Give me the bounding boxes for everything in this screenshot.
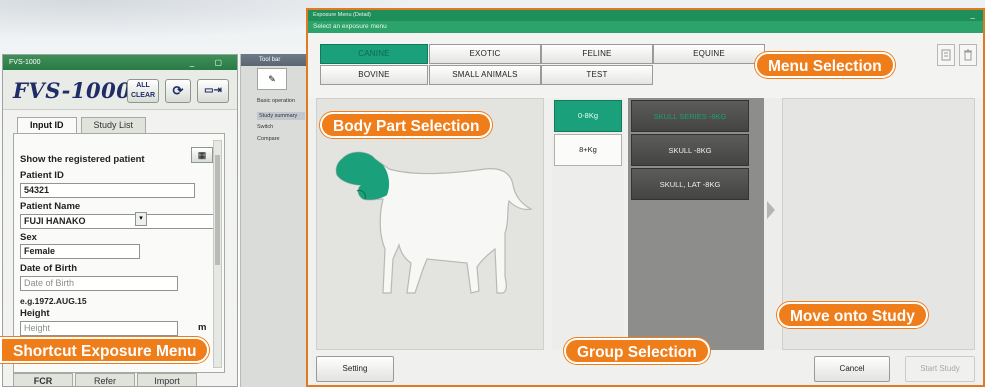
tab-study-list[interactable]: Study List — [80, 117, 147, 134]
patient-id-field[interactable]: 54321 — [20, 183, 195, 198]
callout-group-selection: Group Selection — [564, 338, 710, 364]
dob-example: e.g.1972.AUG.15 — [20, 296, 87, 306]
cancel-button[interactable]: Cancel — [814, 356, 890, 382]
trash-icon — [964, 49, 972, 61]
callout-body-part-selection: Body Part Selection — [320, 112, 493, 138]
menu-feline[interactable]: FELINE — [541, 44, 653, 64]
patient-tabs: Input ID Study List — [17, 117, 147, 134]
toolbar-strip: Tool bar ✎ Basic operation Study summary… — [240, 54, 306, 387]
tab-input-id[interactable]: Input ID — [17, 117, 77, 134]
callout-move-onto-study: Move onto Study — [777, 302, 928, 328]
logo-bar: FVS-1000 ALL CLEAR ⟳ ▭⇥ — [3, 70, 237, 110]
pen-icon: ✎ — [268, 74, 276, 84]
group-0-8kg[interactable]: 0-8Kg — [554, 100, 622, 132]
group-8plus-kg[interactable]: 8+Kg — [554, 134, 622, 166]
callout-menu-selection: Menu Selection — [755, 52, 895, 78]
toolbar-line-summary: Study summary — [257, 112, 305, 120]
tab-import[interactable]: Import — [137, 373, 197, 386]
all-clear-button[interactable]: ALL CLEAR — [127, 79, 159, 103]
dob-label: Date of Birth — [20, 263, 77, 274]
chevron-right-icon[interactable] — [767, 201, 775, 219]
patient-window-title: FVS-1000 — [9, 59, 41, 66]
start-study-button[interactable]: Start Study — [905, 356, 975, 382]
scrollbar-thumb[interactable] — [215, 155, 220, 265]
device-button[interactable]: ▭⇥ — [197, 79, 229, 103]
window-controls[interactable]: _ ▢ — [190, 55, 231, 70]
menu-test[interactable]: TEST — [541, 65, 653, 85]
menu-small-animals[interactable]: SMALL ANIMALS — [429, 65, 541, 85]
toolbar-line-basic: Basic operation — [257, 98, 295, 104]
shortcut-tabs: FCR Refer Import — [13, 373, 197, 386]
minimize-icon[interactable]: _ — [971, 10, 975, 20]
exposure-window-titlebar: Exposure Menu (Detail) _ — [308, 10, 983, 21]
menu-exotic[interactable]: EXOTIC — [429, 44, 541, 64]
menu-canine[interactable]: CANINE — [320, 44, 428, 64]
tab-refer[interactable]: Refer — [75, 373, 135, 386]
sex-dropdown-arrow[interactable]: ▾ — [135, 212, 147, 226]
edit-menu-button[interactable] — [937, 44, 955, 66]
height-label: Height — [20, 308, 50, 319]
patient-window-titlebar: FVS-1000 _ ▢ — [3, 55, 237, 70]
form-scrollbar[interactable] — [213, 140, 222, 368]
chevron-down-icon: ▾ — [139, 215, 143, 222]
document-icon — [941, 49, 951, 61]
refresh-icon: ⟳ — [172, 83, 184, 98]
grid-icon: ▦ — [197, 150, 207, 160]
menu-equine[interactable]: EQUINE — [653, 44, 765, 64]
tab-fcr[interactable]: FCR — [13, 373, 73, 386]
group-list: 0-8Kg 8+Kg — [552, 98, 624, 350]
setting-button[interactable]: Setting — [316, 356, 394, 382]
menu-bovine[interactable]: BOVINE — [320, 65, 428, 85]
exposure-list: SKULL SERIES -8KG SKULL -8KG SKULL, LAT … — [628, 98, 764, 350]
toolbar-line-compare[interactable]: Compare — [257, 136, 280, 142]
app-logo: FVS-1000 — [13, 78, 132, 103]
patient-id-lookup-button[interactable]: ▦ — [191, 147, 213, 163]
patient-name-label: Patient Name — [20, 201, 81, 212]
toolbar-header: Tool bar — [241, 54, 306, 66]
dob-field[interactable]: Date of Birth — [20, 276, 178, 291]
patient-name-field[interactable]: FUJI HANAKO — [20, 214, 220, 229]
form-heading: Show the registered patient — [20, 154, 145, 165]
device-icon: ▭⇥ — [204, 85, 222, 96]
toolbar-line-switch[interactable]: Switch — [257, 124, 273, 130]
height-field[interactable]: Height — [20, 321, 178, 336]
dog-head-highlight — [336, 152, 390, 200]
delete-menu-button[interactable] — [959, 44, 977, 66]
exposure-skull-lat[interactable]: SKULL, LAT -8KG — [631, 168, 749, 200]
callout-shortcut-exposure-menu: Shortcut Exposure Menu — [0, 337, 210, 363]
exposure-skull[interactable]: SKULL -8KG — [631, 134, 749, 166]
exposure-skull-series[interactable]: SKULL SERIES -8KG — [631, 100, 749, 132]
sex-label: Sex — [20, 232, 37, 243]
toolbar-tool-button[interactable]: ✎ — [257, 68, 287, 90]
refresh-button[interactable]: ⟳ — [165, 79, 191, 103]
exposure-window-subtitle: Select an exposure menu — [308, 21, 983, 33]
height-unit: m — [198, 322, 207, 333]
exposure-window-title: Exposure Menu (Detail) — [313, 12, 371, 18]
sex-select[interactable]: Female — [20, 244, 140, 259]
patient-id-label: Patient ID — [20, 170, 64, 181]
